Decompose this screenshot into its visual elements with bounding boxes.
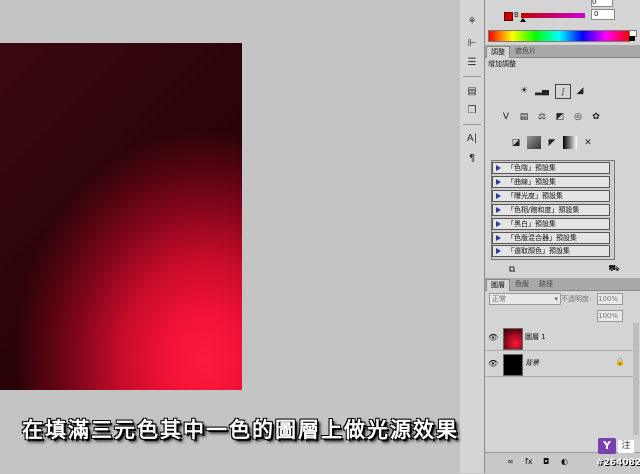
preset-channel-mixer[interactable]: 「色版混合器」預設集 [492,232,610,244]
layer-name: 圖層 1 [525,333,546,341]
tab-paths[interactable]: 路徑 [535,279,557,290]
b-slider-handle[interactable] [520,18,526,22]
layer-thumbnail [503,328,523,350]
document-image[interactable] [0,43,242,390]
photo-filter-icon[interactable]: ◎ [571,110,585,123]
link-layers-icon[interactable]: ∞ [507,457,514,466]
add-mask-icon[interactable]: ◘ [543,457,549,466]
curves-icon[interactable]: ∫ [555,84,571,99]
preset-levels[interactable]: 「色階」預設集 [492,162,610,174]
b-value-field[interactable]: 0 [591,9,615,20]
b-channel-label: B [514,11,519,19]
preset-black-white[interactable]: 「黑白」預設集 [492,218,610,230]
tab-layers[interactable]: 圖層 [486,279,510,291]
color-spectrum-ramp[interactable] [488,30,630,42]
preset-curves[interactable]: 「曲線」預設集 [492,176,610,188]
black-swatch[interactable] [629,36,635,41]
new-adjustment-icon[interactable]: ◐ [561,457,568,466]
opacity-label: 不透明度: [561,295,592,303]
yahoo-logo-icon: Y [598,438,616,454]
threshold-icon[interactable]: ◤ [545,136,559,149]
eye-icon[interactable]: 👁 [488,333,498,342]
chevron-down-icon: ▾ [554,295,558,303]
panel-dock-strip: ⚘ ⊩ ☰ ▤ ❒ A| ¶ [460,0,485,473]
selective-color-icon[interactable]: ✕ [581,136,595,149]
layers-scrollbar[interactable] [633,323,639,435]
color-panel: 0 B 0 [485,0,640,44]
posterize-icon[interactable] [527,136,541,149]
notes-icon[interactable]: ▤ [464,84,480,98]
layer-list: 👁 圖層 1 👁 背景 🔒 [485,323,635,435]
layers-tabbar: 圖層 色版 路徑 [485,278,640,291]
watermark-id: #264082 [596,458,640,468]
history-brush-icon[interactable]: ⚘ [464,14,480,28]
clone-source-icon[interactable]: ⊩ [464,36,480,50]
color-balance-icon[interactable]: ⚖ [535,110,549,123]
tab-adjustments[interactable]: 調整 [486,46,510,58]
panel-area: 0 B 0 調整 遮色片 增加調整 ☀ ▂▄ ∫ ◢ V ▤ ⚖ ◩ ◎ ✿ ◪… [485,0,640,474]
opacity-field[interactable]: 100% [597,293,623,305]
blend-mode-select[interactable]: 正常 ▾ [489,293,561,305]
invert-icon[interactable]: ◪ [509,136,523,149]
color-swatch[interactable] [504,12,513,21]
view-icon[interactable]: ⛟ [607,263,621,276]
black-white-icon[interactable]: ◩ [553,110,567,123]
tab-masks[interactable]: 遮色片 [511,46,540,57]
brightness-contrast-icon[interactable]: ☀ [517,84,531,97]
eye-icon[interactable]: 👁 [488,359,498,368]
levels-icon[interactable]: ▂▄ [535,84,549,97]
layer-row-background[interactable]: 👁 背景 🔒 [485,352,635,377]
exposure-icon[interactable]: ◢ [573,84,587,97]
b-slider-track[interactable] [521,13,585,18]
channel-mixer-icon[interactable]: ✿ [589,110,603,123]
adjustments-tabbar: 調整 遮色片 [485,45,640,58]
caption-text: 在填滿三元色其中一色的圖層上做光源效果 [22,417,459,442]
brush-settings-icon[interactable]: ☰ [464,55,480,69]
preset-hue-saturation[interactable]: 「色相/飽和度」預設集 [492,204,610,216]
preset-selective-color[interactable]: 「選取顏色」預設集 [492,245,610,257]
watermark-brand: 注 [618,440,634,453]
fill-field[interactable]: 100% [597,310,623,322]
watermark: Y 注 #264082 [594,438,640,473]
paragraph-icon[interactable]: ¶ [464,151,480,165]
gradient-map-icon[interactable] [563,136,577,149]
canvas-area[interactable] [0,0,460,473]
clip-to-layer-icon[interactable]: ⧉ [505,263,519,276]
lock-icon: 🔒 [615,357,625,366]
tab-channels[interactable]: 色版 [511,279,533,290]
character-icon[interactable]: A| [464,131,480,145]
adjustments-title: 增加調整 [488,60,516,68]
preset-exposure[interactable]: 「曝光度」預設集 [492,190,610,202]
vibrance-icon[interactable]: V [499,110,513,123]
fx-icon[interactable]: fx [525,457,533,466]
actions-icon[interactable]: ❒ [464,103,480,117]
hue-saturation-icon[interactable]: ▤ [517,110,531,123]
layer-name: 背景 [525,359,539,367]
layer-row-1[interactable]: 👁 圖層 1 [485,326,635,351]
color-value-field-1[interactable]: 0 [591,0,613,7]
layer-thumbnail [503,354,523,376]
